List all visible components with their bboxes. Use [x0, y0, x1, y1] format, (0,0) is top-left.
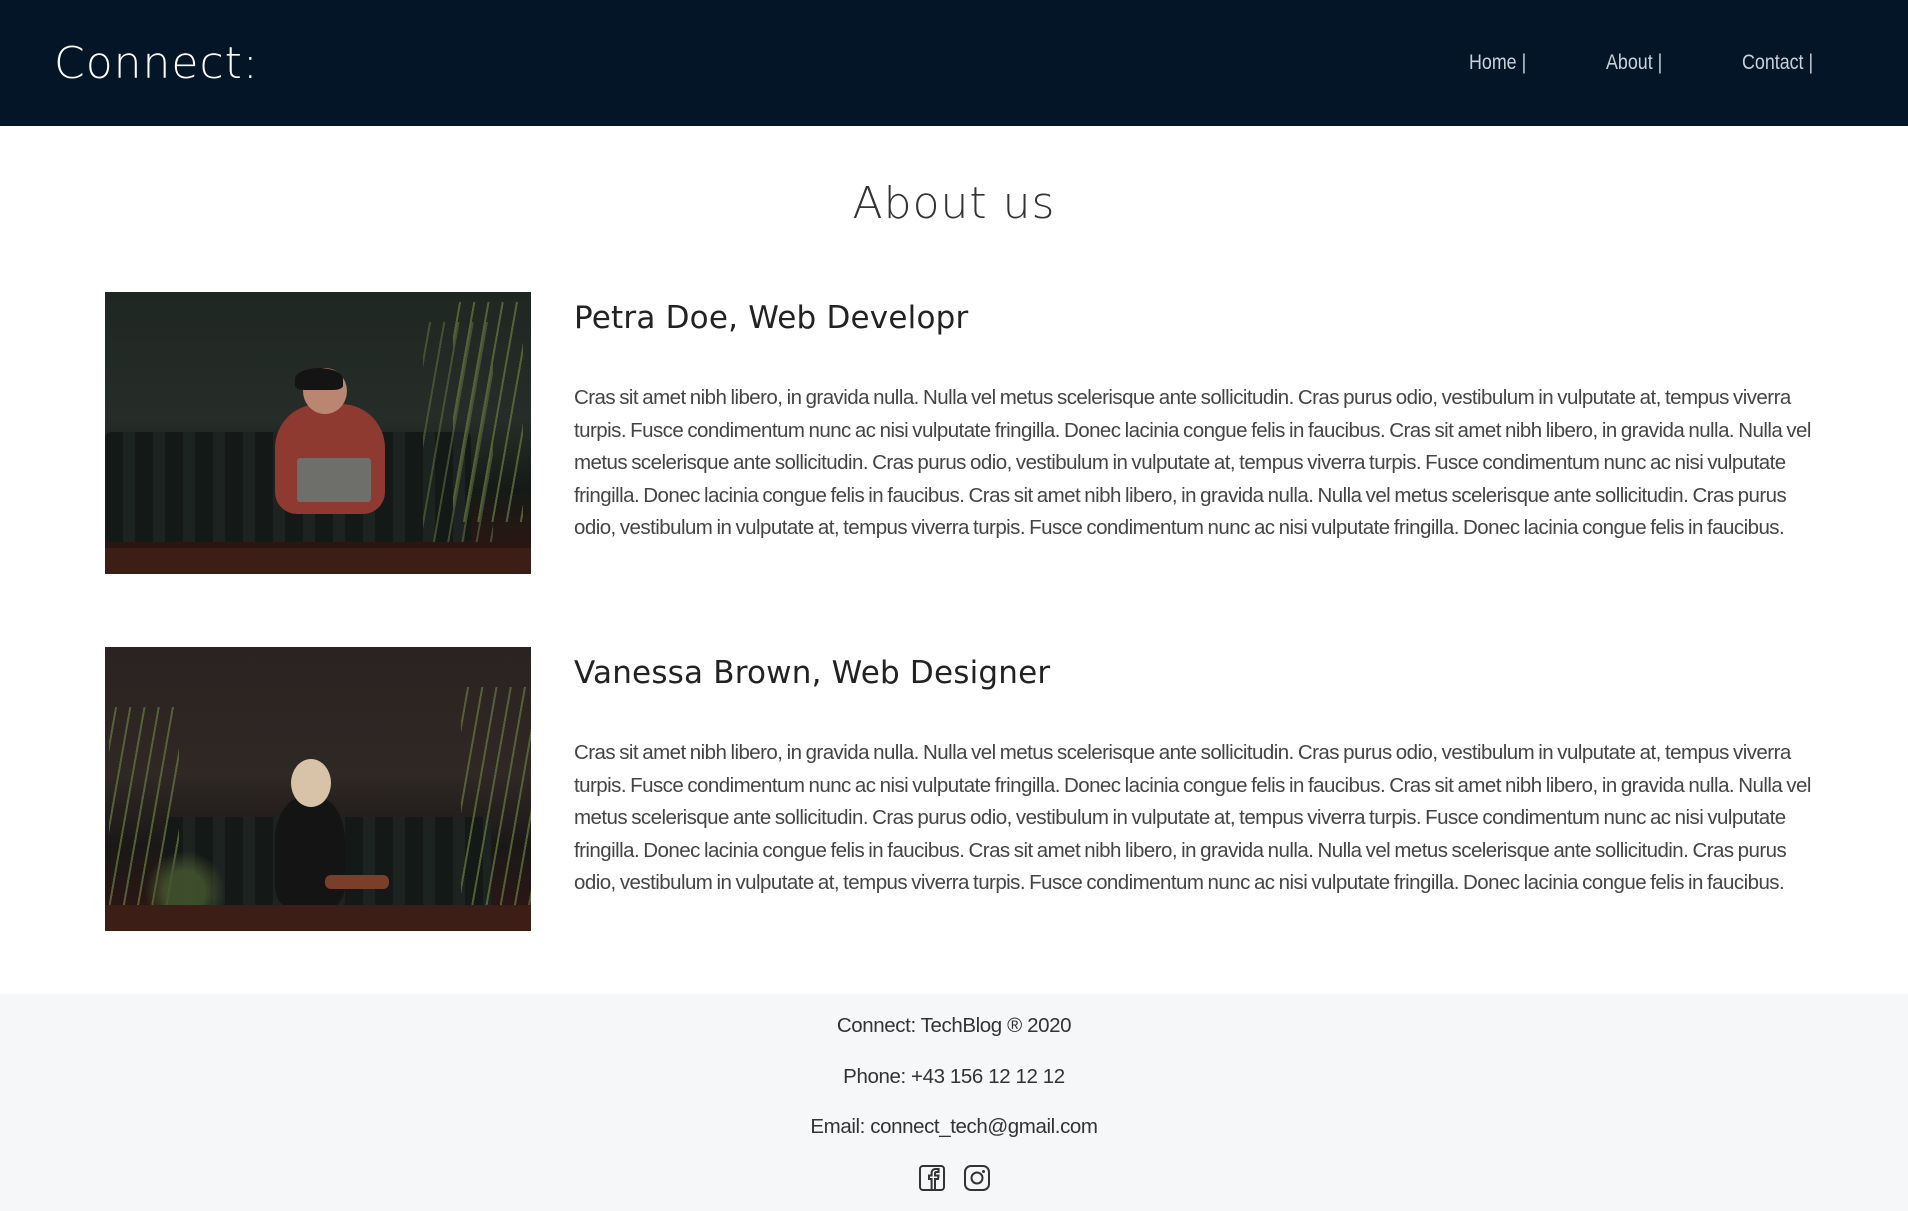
member-name: Petra Doe, Web Developr [574, 300, 969, 336]
member-content: Vanessa Brown, Web Designer Cras sit ame… [574, 647, 1815, 931]
nav-menu: Home | About | Contact | [1399, 51, 1826, 75]
team-member-card: Vanessa Brown, Web Designer Cras sit ame… [105, 647, 1815, 931]
footer-phone: Phone: +43 156 12 12 12 [843, 1065, 1065, 1088]
facebook-icon[interactable] [918, 1164, 946, 1192]
team-member-card: Petra Doe, Web Developr Cras sit amet ni… [105, 292, 1815, 574]
member-content: Petra Doe, Web Developr Cras sit amet ni… [574, 292, 1815, 574]
nav-home-link[interactable]: Home | [1469, 51, 1526, 75]
brand-logo[interactable]: Connect: [54, 38, 259, 89]
instagram-icon[interactable] [963, 1164, 991, 1192]
social-links [0, 1164, 1908, 1192]
nav-contact-link[interactable]: Contact | [1742, 51, 1813, 75]
nav-about-link[interactable]: About | [1606, 51, 1662, 75]
member-name: Vanessa Brown, Web Designer [574, 655, 1051, 691]
page-title: About us [852, 178, 1056, 229]
footer-copyright: Connect: TechBlog ® 2020 [836, 1014, 1072, 1037]
member-bio: Cras sit amet nibh libero, in gravida nu… [574, 741, 1811, 894]
member-photo [105, 647, 531, 931]
member-photo [105, 292, 531, 574]
footer: Connect: TechBlog ® 2020 Phone: +43 156 … [0, 994, 1908, 1211]
footer-email: Email: connect_tech@gmail.com [810, 1115, 1098, 1138]
navbar: Connect: Home | About | Contact | [0, 0, 1908, 126]
member-bio: Cras sit amet nibh libero, in gravida nu… [574, 386, 1811, 539]
